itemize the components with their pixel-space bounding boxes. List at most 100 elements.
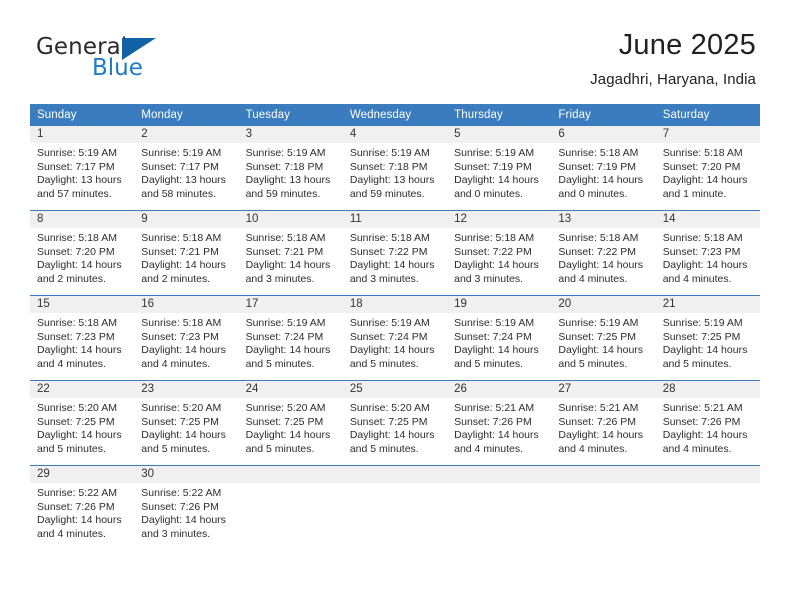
weekday-header-monday: Monday xyxy=(134,104,239,126)
calendar-day-cell[interactable]: 26 Sunrise: 5:21 AM Sunset: 7:26 PM Dayligh… xyxy=(447,380,552,466)
sunrise-time: Sunrise: 5:19 AM xyxy=(454,147,535,159)
day-cell-details: Sunrise: 5:20 AM Sunset: 7:25 PM Daylight:… xyxy=(239,398,343,456)
calendar-day-cell[interactable]: 25 Sunrise: 5:20 AM Sunset: 7:25 PM Dayligh… xyxy=(342,380,448,466)
page-subtitle: Jagadhri, Haryana, India xyxy=(590,71,756,88)
daylight-duration-line1: Daylight: 13 hours xyxy=(141,174,226,187)
calendar-day-cell-empty xyxy=(447,466,552,551)
daylight-duration-line2: and 3 minutes. xyxy=(454,272,524,285)
daylight-duration-line2: and 4 minutes. xyxy=(454,442,524,455)
calendar-day-cell[interactable]: 13 Sunrise: 5:18 AM Sunset: 7:22 PM Dayligh… xyxy=(551,210,656,296)
daylight-duration-line2: and 59 minutes. xyxy=(349,187,425,200)
calendar-day-cell-empty xyxy=(655,466,760,551)
daylight-duration-line1: Daylight: 14 hours xyxy=(662,174,748,187)
calendar-day-cell[interactable]: 2 Sunrise: 5:19 AM Sunset: 7:17 PM Daylight… xyxy=(134,126,239,211)
day-cell-details: Sunrise: 5:19 AM Sunset: 7:24 PM Daylight:… xyxy=(239,313,343,371)
calendar-day-cell[interactable]: 29 Sunrise: 5:22 AM Sunset: 7:26 PM Dayligh… xyxy=(30,466,135,551)
calendar-day-cell[interactable]: 15 Sunrise: 5:18 AM Sunset: 7:23 PM Dayligh… xyxy=(30,295,135,381)
calendar-day-cell[interactable]: 30 Sunrise: 5:22 AM Sunset: 7:26 PM Dayligh… xyxy=(134,466,239,551)
calendar-day-cell[interactable]: 17 Sunrise: 5:19 AM Sunset: 7:24 PM Dayligh… xyxy=(238,295,343,381)
calendar-day-cell[interactable]: 8 Sunrise: 5:18 AM Sunset: 7:20 PM Daylight… xyxy=(30,210,135,296)
sunrise-time: Sunrise: 5:21 AM xyxy=(454,402,535,414)
daylight-duration-line2: and 5 minutes. xyxy=(349,357,419,370)
daylight-duration-line1: Daylight: 14 hours xyxy=(454,344,539,357)
day-cell-inner: 21 Sunrise: 5:19 AM Sunset: 7:25 PM Dayligh… xyxy=(655,296,760,380)
calendar-day-cell[interactable]: 27 Sunrise: 5:21 AM Sunset: 7:26 PM Dayligh… xyxy=(551,380,656,466)
calendar-day-cell[interactable]: 11 Sunrise: 5:18 AM Sunset: 7:22 PM Dayligh… xyxy=(342,210,448,296)
day-cell-inner: 2 Sunrise: 5:19 AM Sunset: 7:17 PM Daylight… xyxy=(134,126,239,210)
daylight-duration-line1: Daylight: 14 hours xyxy=(558,344,644,357)
sunset-time: Sunset: 7:24 PM xyxy=(454,330,532,343)
daylight-duration-line2: and 3 minutes. xyxy=(245,272,315,285)
day-number: 8 xyxy=(30,211,135,228)
calendar-day-cell[interactable]: 23 Sunrise: 5:20 AM Sunset: 7:25 PM Dayligh… xyxy=(134,380,239,466)
day-cell-details: Sunrise: 5:19 AM Sunset: 7:24 PM Daylight:… xyxy=(447,313,551,371)
calendar-day-cell[interactable]: 14 Sunrise: 5:18 AM Sunset: 7:23 PM Dayligh… xyxy=(655,210,760,296)
day-cell-inner: 20 Sunrise: 5:19 AM Sunset: 7:25 PM Dayligh… xyxy=(551,296,656,380)
day-cell-inner xyxy=(551,466,656,550)
general-blue-logo[interactable]: General Blue xyxy=(36,34,236,88)
daylight-duration-line2: and 5 minutes. xyxy=(245,357,315,370)
calendar-day-cell[interactable]: 21 Sunrise: 5:19 AM Sunset: 7:25 PM Dayligh… xyxy=(655,295,760,381)
calendar-day-cell[interactable]: 19 Sunrise: 5:19 AM Sunset: 7:24 PM Dayligh… xyxy=(447,295,552,381)
weekday-header-wednesday: Wednesday xyxy=(342,104,448,126)
day-number: 2 xyxy=(134,126,239,143)
sunrise-time: Sunrise: 5:18 AM xyxy=(662,147,743,159)
day-cell-details: Sunrise: 5:20 AM Sunset: 7:25 PM Daylight:… xyxy=(343,398,447,456)
calendar-day-cell[interactable]: 10 Sunrise: 5:18 AM Sunset: 7:21 PM Dayligh… xyxy=(238,210,343,296)
sunset-time: Sunset: 7:25 PM xyxy=(245,415,324,428)
calendar-day-cell[interactable]: 24 Sunrise: 5:20 AM Sunset: 7:25 PM Dayligh… xyxy=(238,380,343,466)
day-cell-inner: 29 Sunrise: 5:22 AM Sunset: 7:26 PM Dayligh… xyxy=(30,466,135,550)
daylight-duration-line1: Daylight: 14 hours xyxy=(245,344,331,357)
sunset-time: Sunset: 7:25 PM xyxy=(141,415,219,428)
day-cell-inner: 11 Sunrise: 5:18 AM Sunset: 7:22 PM Dayligh… xyxy=(342,211,448,295)
day-cell-details: Sunrise: 5:19 AM Sunset: 7:18 PM Daylight:… xyxy=(239,143,343,201)
calendar-day-cell[interactable]: 1 Sunrise: 5:19 AM Sunset: 7:17 PM Daylight… xyxy=(30,126,135,211)
day-cell-inner: 15 Sunrise: 5:18 AM Sunset: 7:23 PM Dayligh… xyxy=(30,296,135,380)
calendar-week-row: 15 Sunrise: 5:18 AM Sunset: 7:23 PM Dayligh… xyxy=(30,295,760,381)
day-number: 4 xyxy=(342,126,448,143)
calendar-day-cell[interactable]: 9 Sunrise: 5:18 AM Sunset: 7:21 PM Daylight… xyxy=(134,210,239,296)
calendar-day-cell[interactable]: 5 Sunrise: 5:19 AM Sunset: 7:19 PM Daylight… xyxy=(447,126,552,211)
day-cell-details: Sunrise: 5:19 AM Sunset: 7:18 PM Daylight:… xyxy=(343,143,447,201)
daylight-duration-line1: Daylight: 14 hours xyxy=(245,259,331,272)
sunrise-time: Sunrise: 5:19 AM xyxy=(349,147,430,159)
calendar-day-cell[interactable]: 3 Sunrise: 5:19 AM Sunset: 7:18 PM Daylight… xyxy=(238,126,343,211)
sunset-time: Sunset: 7:25 PM xyxy=(37,415,115,428)
calendar-day-cell[interactable]: 22 Sunrise: 5:20 AM Sunset: 7:25 PM Dayligh… xyxy=(30,380,135,466)
day-cell-inner: 16 Sunrise: 5:18 AM Sunset: 7:23 PM Dayligh… xyxy=(134,296,239,380)
calendar-day-cell[interactable]: 16 Sunrise: 5:18 AM Sunset: 7:23 PM Dayligh… xyxy=(134,295,239,381)
day-number: 13 xyxy=(551,211,656,228)
day-cell-inner: 26 Sunrise: 5:21 AM Sunset: 7:26 PM Dayligh… xyxy=(447,381,552,465)
day-cell-details: Sunrise: 5:18 AM Sunset: 7:23 PM Daylight:… xyxy=(656,228,760,286)
daylight-duration-line1: Daylight: 14 hours xyxy=(662,344,748,357)
calendar-day-cell[interactable]: 4 Sunrise: 5:19 AM Sunset: 7:18 PM Daylight… xyxy=(342,126,448,211)
daylight-duration-line2: and 4 minutes. xyxy=(662,442,732,455)
calendar-day-cell[interactable]: 18 Sunrise: 5:19 AM Sunset: 7:24 PM Dayligh… xyxy=(342,295,448,381)
calendar-day-cell[interactable]: 20 Sunrise: 5:19 AM Sunset: 7:25 PM Dayligh… xyxy=(551,295,656,381)
sunrise-time: Sunrise: 5:18 AM xyxy=(141,232,222,244)
sunset-time: Sunset: 7:21 PM xyxy=(141,245,219,258)
day-cell-details: Sunrise: 5:19 AM Sunset: 7:17 PM Daylight:… xyxy=(134,143,238,201)
sunrise-time: Sunrise: 5:18 AM xyxy=(141,317,222,329)
day-cell-inner: 8 Sunrise: 5:18 AM Sunset: 7:20 PM Daylight… xyxy=(30,211,135,295)
day-number: 15 xyxy=(30,296,135,313)
calendar-day-cell[interactable]: 28 Sunrise: 5:21 AM Sunset: 7:26 PM Dayligh… xyxy=(655,380,760,466)
sunset-time: Sunset: 7:26 PM xyxy=(454,415,532,428)
daylight-duration-line2: and 58 minutes. xyxy=(141,187,216,200)
calendar-day-cell-empty xyxy=(342,466,448,551)
day-number xyxy=(655,466,760,483)
sunset-time: Sunset: 7:20 PM xyxy=(662,160,741,173)
daylight-duration-line1: Daylight: 14 hours xyxy=(662,429,748,442)
day-cell-details: Sunrise: 5:19 AM Sunset: 7:25 PM Daylight:… xyxy=(656,313,760,371)
day-cell-details xyxy=(551,483,655,487)
sunset-time: Sunset: 7:24 PM xyxy=(245,330,324,343)
sunrise-time: Sunrise: 5:18 AM xyxy=(245,232,326,244)
day-cell-details: Sunrise: 5:18 AM Sunset: 7:22 PM Daylight:… xyxy=(447,228,551,286)
calendar-day-cell[interactable]: 12 Sunrise: 5:18 AM Sunset: 7:22 PM Dayligh… xyxy=(447,210,552,296)
daylight-duration-line1: Daylight: 14 hours xyxy=(349,344,435,357)
sunrise-time: Sunrise: 5:21 AM xyxy=(558,402,639,414)
sunset-time: Sunset: 7:23 PM xyxy=(662,245,741,258)
calendar-day-cell[interactable]: 7 Sunrise: 5:18 AM Sunset: 7:20 PM Daylight… xyxy=(655,126,760,211)
daylight-duration-line1: Daylight: 14 hours xyxy=(245,429,331,442)
calendar-day-cell[interactable]: 6 Sunrise: 5:18 AM Sunset: 7:19 PM Daylight… xyxy=(551,126,656,211)
